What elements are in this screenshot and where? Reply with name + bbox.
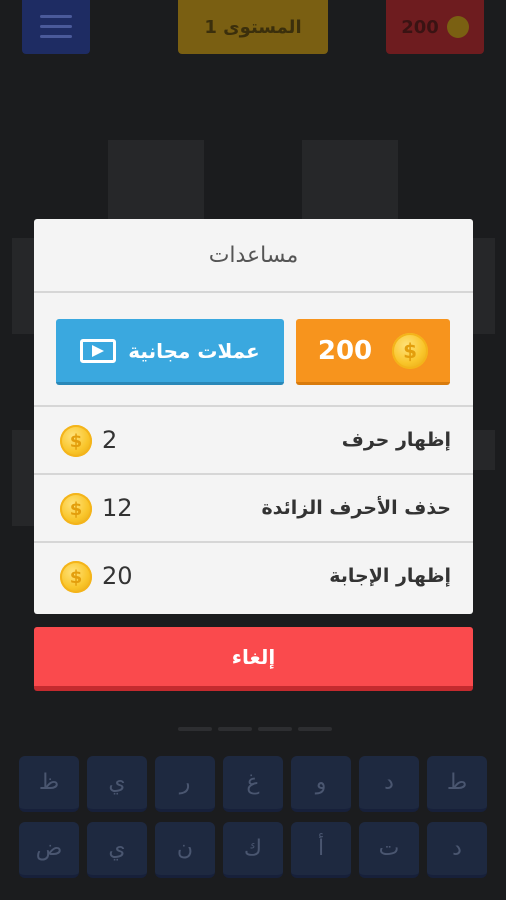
coin-icon: $	[60, 425, 92, 457]
coin-icon: $	[392, 332, 429, 369]
letter-key[interactable]: أ	[291, 822, 351, 878]
letter-key[interactable]: ط	[427, 756, 487, 812]
help-cost: 12	[102, 494, 133, 522]
letter-key[interactable]: ك	[223, 822, 283, 878]
video-play-icon	[80, 338, 117, 363]
letter-key[interactable]: ر	[155, 756, 215, 812]
puzzle-image	[12, 430, 34, 526]
top-bar: المستوى 1 200	[0, 0, 506, 58]
puzzle-image	[12, 238, 34, 334]
dialog-actions: عملات مجانية 200 $	[34, 293, 473, 407]
letter-key[interactable]: د	[359, 756, 419, 812]
help-cost: 20	[102, 562, 133, 590]
helps-dialog: مساعدات عملات مجانية 200 $ $ 2 إظهار حرف…	[34, 219, 473, 614]
help-option-reveal-letter[interactable]: $ 2 إظهار حرف	[34, 407, 473, 475]
free-coins-button[interactable]: عملات مجانية	[56, 319, 284, 385]
coin-icon: $	[60, 493, 92, 525]
letter-key[interactable]: غ	[223, 756, 283, 812]
free-coins-label: عملات مجانية	[128, 338, 260, 363]
puzzle-image	[108, 140, 204, 220]
menu-button[interactable]	[22, 0, 90, 54]
help-cost: 2	[102, 426, 118, 454]
coin-icon: $	[60, 561, 92, 593]
help-label: إظهار حرف	[341, 429, 451, 451]
help-option-remove-extra-letters[interactable]: $ 12 حذف الأحرف الزائدة	[34, 475, 473, 543]
letter-key[interactable]: ض	[19, 822, 79, 878]
puzzle-image	[473, 238, 495, 334]
puzzle-image	[302, 140, 398, 220]
answer-slot	[298, 727, 332, 731]
level-badge: المستوى 1	[178, 0, 328, 54]
help-label: حذف الأحرف الزائدة	[261, 497, 451, 519]
balance-value: 200	[317, 335, 373, 366]
letter-key[interactable]: ن	[155, 822, 215, 878]
letter-key[interactable]: د	[427, 822, 487, 878]
letter-key[interactable]: ي	[87, 822, 147, 878]
puzzle-image	[473, 430, 495, 470]
letter-key[interactable]: ظ	[19, 756, 79, 812]
letter-key[interactable]: و	[291, 756, 351, 812]
answer-slot	[218, 727, 252, 731]
answer-slot	[178, 727, 212, 731]
coin-icon	[446, 16, 469, 38]
letter-key[interactable]: ت	[359, 822, 419, 878]
dialog-title: مساعدات	[34, 219, 473, 293]
letter-key[interactable]: ي	[87, 756, 147, 812]
coins-count: 200	[401, 16, 439, 38]
help-option-reveal-answer[interactable]: $ 20 إظهار الإجابة	[34, 543, 473, 611]
cancel-button[interactable]: إلغاء	[34, 627, 473, 691]
help-label: إظهار الإجابة	[329, 565, 451, 587]
coin-balance: 200 $	[296, 319, 450, 385]
answer-slot	[258, 727, 292, 731]
coins-badge[interactable]: 200	[386, 0, 484, 54]
